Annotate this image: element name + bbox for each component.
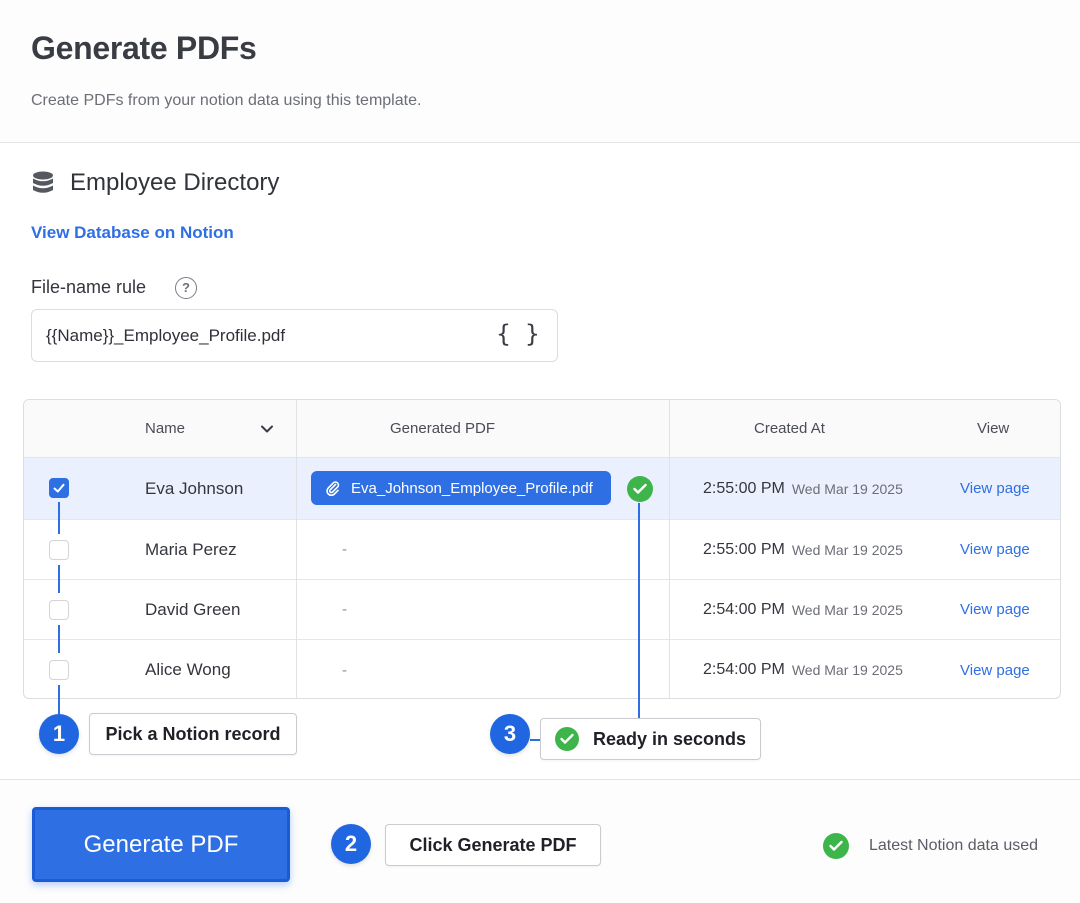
- step-3-label: Ready in seconds: [592, 728, 747, 749]
- column-header-generated-pdf: Generated PDF: [390, 420, 496, 437]
- step-2-badge: 2: [331, 824, 371, 864]
- table-row[interactable]: Maria Perez - 2:55:00 PM Wed Mar 19 2025…: [24, 520, 1060, 580]
- created-at: 2:55:00 PM Wed Mar 19 2025: [703, 458, 903, 519]
- page-header: Generate PDFs Create PDFs from your noti…: [0, 0, 1080, 143]
- step-connector: [58, 502, 60, 534]
- page-subtitle: Create PDFs from your notion data using …: [31, 92, 422, 109]
- view-page-link[interactable]: View page: [960, 520, 1030, 579]
- generated-pdf-filename: Eva_Johnson_Employee_Profile.pdf: [351, 479, 593, 497]
- row-checkbox[interactable]: [49, 478, 69, 498]
- step-2-callout: Click Generate PDF: [385, 824, 601, 866]
- step-3-callout: Ready in seconds: [540, 718, 761, 760]
- generate-pdf-button[interactable]: Generate PDF: [32, 807, 290, 882]
- table-header-row: Name Generated PDF Created At View: [24, 400, 1060, 458]
- generated-pdf-empty: -: [342, 541, 347, 558]
- step-connector: [58, 565, 60, 593]
- created-date: Wed Mar 19 2025: [791, 480, 903, 497]
- paperclip-icon: [326, 481, 340, 496]
- check-circle-icon: [823, 833, 849, 859]
- row-checkbox[interactable]: [49, 600, 69, 620]
- column-header-view: View: [977, 420, 1010, 437]
- view-page-link[interactable]: View page: [960, 640, 1030, 698]
- created-time: 2:54:00 PM: [703, 600, 785, 618]
- database-icon: [33, 171, 53, 193]
- table-row[interactable]: David Green - 2:54:00 PM Wed Mar 19 2025…: [24, 580, 1060, 640]
- step-connector: [58, 685, 60, 715]
- row-name: Eva Johnson: [145, 478, 244, 498]
- view-database-link[interactable]: View Database on Notion: [31, 223, 234, 243]
- created-at: 2:54:00 PM Wed Mar 19 2025: [703, 640, 903, 698]
- filename-rule-field[interactable]: { }: [31, 309, 558, 362]
- data-status-text: Latest Notion data used: [869, 837, 1039, 854]
- created-at: 2:55:00 PM Wed Mar 19 2025: [703, 520, 903, 579]
- column-header-created-at: Created At: [754, 420, 825, 437]
- row-checkbox[interactable]: [49, 540, 69, 560]
- column-divider: [296, 400, 297, 698]
- created-time: 2:54:00 PM: [703, 661, 785, 678]
- step-1-badge: 1: [39, 714, 79, 754]
- filename-rule-label: File-name rule: [31, 277, 147, 297]
- check-icon: [53, 483, 65, 493]
- generated-pdf-link[interactable]: Eva_Johnson_Employee_Profile.pdf: [311, 471, 611, 505]
- created-date: Wed Mar 19 2025: [791, 662, 903, 678]
- created-time: 2:55:00 PM: [703, 479, 785, 497]
- row-name: David Green: [145, 599, 241, 619]
- step-connector: [58, 625, 60, 653]
- page-title: Generate PDFs: [31, 30, 257, 66]
- step-connector: [638, 503, 640, 725]
- records-table: Name Generated PDF Created At View Eva J…: [23, 399, 1061, 699]
- row-checkbox[interactable]: [49, 660, 69, 680]
- step-1-callout: Pick a Notion record: [89, 713, 297, 755]
- created-date: Wed Mar 19 2025: [791, 541, 903, 558]
- created-at: 2:54:00 PM Wed Mar 19 2025: [703, 580, 903, 639]
- help-icon[interactable]: ?: [175, 277, 197, 299]
- filename-rule-input[interactable]: [46, 310, 506, 361]
- view-page-link[interactable]: View page: [960, 458, 1030, 519]
- row-name: Maria Perez: [145, 539, 237, 559]
- view-page-link[interactable]: View page: [960, 580, 1030, 639]
- created-date: Wed Mar 19 2025: [791, 601, 903, 618]
- generated-pdf-empty: -: [342, 601, 347, 618]
- database-title: Employee Directory: [70, 169, 280, 196]
- table-row[interactable]: Alice Wong - 2:54:00 PM Wed Mar 19 2025 …: [24, 640, 1060, 698]
- chevron-down-icon[interactable]: [260, 422, 274, 436]
- generate-pdfs-page: Generate PDFs Create PDFs from your noti…: [0, 0, 1080, 903]
- column-divider: [669, 400, 670, 698]
- check-circle-icon: [627, 476, 653, 502]
- column-header-name[interactable]: Name: [145, 400, 185, 457]
- created-time: 2:55:00 PM: [703, 540, 785, 558]
- row-name: Alice Wong: [145, 660, 231, 679]
- generated-pdf-empty: -: [342, 661, 347, 679]
- step-3-badge: 3: [490, 714, 530, 754]
- table-row[interactable]: Eva Johnson Eva_Johnson_Employee_Profile…: [24, 458, 1060, 520]
- check-circle-icon: [554, 727, 579, 751]
- variables-braces-icon[interactable]: { }: [496, 320, 543, 348]
